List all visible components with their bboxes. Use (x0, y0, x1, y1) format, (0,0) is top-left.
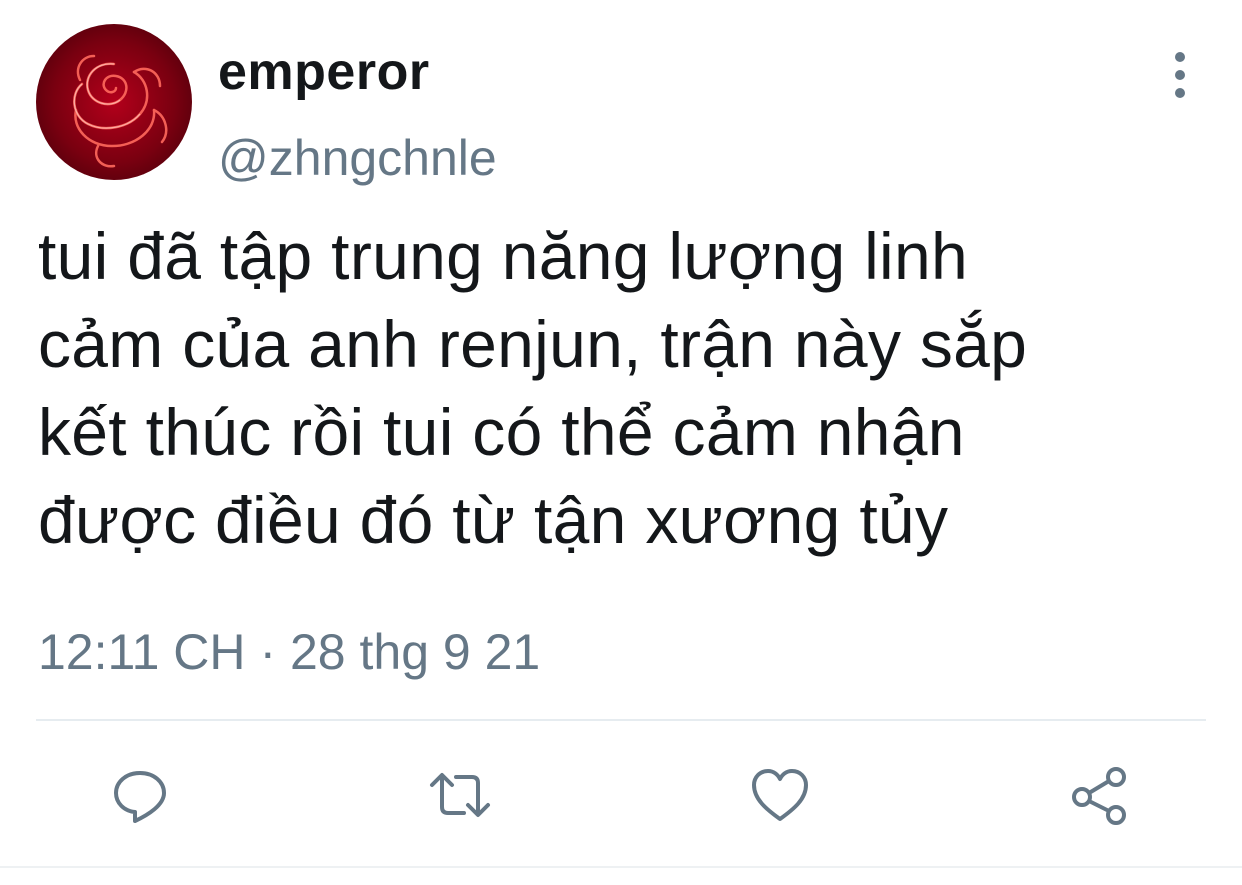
meta-separator: · (259, 624, 277, 680)
more-dot (1175, 52, 1185, 62)
retweet-button[interactable] (420, 755, 500, 835)
tweet-timestamp[interactable]: 12:11 CH · 28 thg 9 21 (38, 622, 540, 682)
tweet-text-line: cảm của anh renjun, trận này sắp (38, 307, 1028, 381)
tweet-time: 12:11 CH (38, 624, 246, 680)
more-dot (1175, 70, 1185, 80)
tweet-card: emperor @zhngchnle tui đã tập trung năng… (0, 0, 1242, 885)
retweet-icon (430, 773, 490, 817)
rose-icon (73, 54, 168, 168)
tweet-date: 28 thg 9 21 (290, 624, 541, 680)
tweet-text-line: tui đã tập trung năng lượng linh (38, 219, 969, 293)
user-handle[interactable]: @zhngchnle (218, 128, 497, 188)
avatar[interactable] (36, 24, 192, 180)
reply-button[interactable] (100, 755, 180, 835)
more-dot (1175, 88, 1185, 98)
tweet-text-line: kết thúc rồi tui có thể cảm nhận (38, 395, 965, 469)
like-button[interactable] (740, 755, 820, 835)
display-name[interactable]: emperor (218, 40, 430, 104)
tweet-text: tui đã tập trung năng lượng linh cảm của… (38, 212, 1218, 564)
share-icon (1072, 767, 1126, 825)
reply-icon (114, 771, 166, 823)
share-button[interactable] (1060, 755, 1140, 835)
bottom-divider (0, 866, 1242, 868)
divider (36, 719, 1206, 721)
tweet-text-line: được điều đó từ tận xương tủy (38, 483, 949, 557)
heart-icon (752, 769, 808, 821)
more-vertical-icon[interactable] (1160, 52, 1200, 98)
action-bar (0, 755, 1242, 835)
